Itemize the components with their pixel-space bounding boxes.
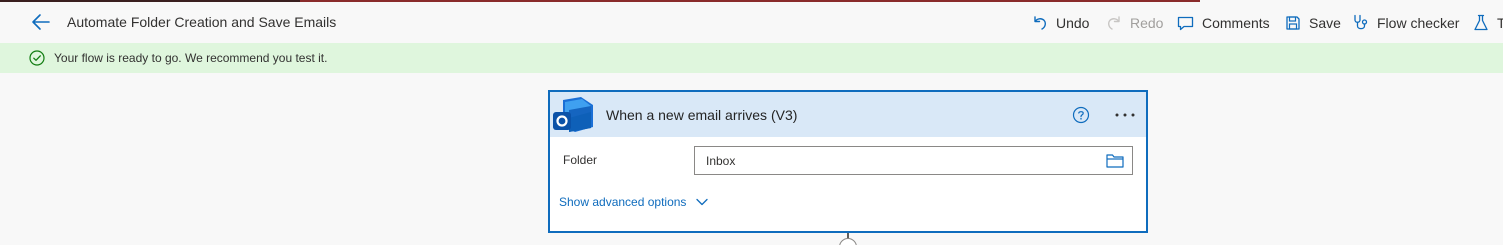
arrow-left-icon[interactable] [30,11,52,33]
redo-button[interactable]: Redo [1106,12,1163,34]
trigger-card[interactable]: When a new email arrives (V3) Folder Inb… [548,90,1148,233]
undo-label: Undo [1056,15,1090,31]
folder-picker-icon[interactable] [1106,153,1124,168]
status-banner: Your flow is ready to go. We recommend y… [0,43,1503,73]
outlook-logo-icon [553,97,593,132]
flow-checker-label: Flow checker [1377,15,1460,31]
comments-button[interactable]: Comments [1177,12,1270,34]
comments-label: Comments [1202,15,1270,31]
show-advanced-options-link[interactable]: Show advanced options [559,195,709,209]
test-button[interactable]: T [1473,12,1503,34]
flow-title: Automate Folder Creation and Save Emails [67,14,337,30]
save-icon [1286,16,1300,30]
save-button[interactable]: Save [1285,12,1341,34]
save-label: Save [1309,15,1341,31]
trigger-title: When a new email arrives (V3) [606,107,798,123]
comment-icon [1177,16,1194,31]
folder-field[interactable]: Inbox [694,146,1133,175]
folder-value: Inbox [706,154,736,168]
flow-checker-button[interactable]: Flow checker [1352,12,1459,34]
advanced-options-label: Show advanced options [559,195,687,209]
test-label: T [1497,15,1503,31]
banner-message: Your flow is ready to go. We recommend y… [54,51,328,65]
folder-label: Folder [563,153,598,167]
more-options-icon[interactable] [1112,106,1138,124]
trigger-card-header[interactable]: When a new email arrives (V3) [550,92,1146,137]
flask-icon [1474,14,1488,31]
redo-label: Redo [1130,15,1164,31]
help-icon[interactable] [1072,106,1090,124]
add-step-button[interactable] [839,238,857,245]
redo-icon [1108,16,1120,30]
checkmark-circle-icon [29,50,45,66]
undo-icon [1034,16,1046,30]
chevron-down-icon [696,198,709,206]
stethoscope-icon [1354,14,1368,30]
undo-button[interactable]: Undo [1032,12,1089,34]
command-bar: Automate Folder Creation and Save Emails… [0,2,1503,43]
